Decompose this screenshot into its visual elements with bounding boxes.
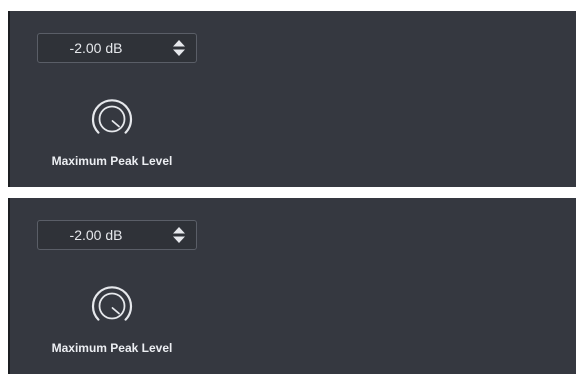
knob-icon[interactable] xyxy=(90,284,134,328)
peak-level-value[interactable]: -2.00 dB xyxy=(38,34,154,62)
peak-level-value[interactable]: -2.00 dB xyxy=(38,221,154,249)
peak-level-value-field[interactable]: -2.00 dB xyxy=(37,220,197,250)
stepper-icon[interactable] xyxy=(172,226,186,244)
parameter-panel-2: -2.00 dB Maximum Peak Level xyxy=(8,198,576,374)
parameter-label: Maximum Peak Level xyxy=(51,154,173,168)
stepper-icon[interactable] xyxy=(172,39,186,57)
peak-level-value-field[interactable]: -2.00 dB xyxy=(37,33,197,63)
knob-icon[interactable] xyxy=(90,97,134,141)
screenshot-canvas: -2.00 dB Maximum Peak Level -2.00 dB Max… xyxy=(0,0,576,374)
parameter-label: Maximum Peak Level xyxy=(51,341,173,355)
parameter-panel-1: -2.00 dB Maximum Peak Level xyxy=(8,11,576,187)
